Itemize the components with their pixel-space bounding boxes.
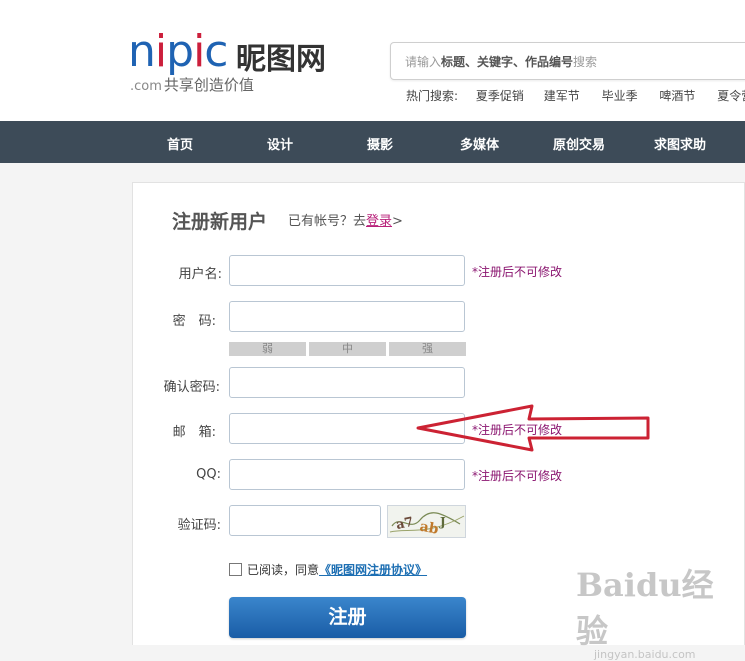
captcha-field[interactable] <box>229 505 381 536</box>
password-field[interactable] <box>229 301 465 332</box>
nav-item-home[interactable]: 首页 <box>167 134 193 153</box>
email-label: 邮 箱: <box>172 425 216 440</box>
nav-item-multimedia[interactable]: 多媒体 <box>460 134 499 153</box>
nav-item-photo[interactable]: 摄影 <box>367 134 393 153</box>
logo-subtitle: .com 共享创造价值 <box>130 74 254 95</box>
svg-text:J: J <box>439 515 446 529</box>
hot-search-link[interactable]: 毕业季 <box>602 89 638 103</box>
agree-text: 已阅读，同意 <box>247 563 320 577</box>
hot-search-link[interactable]: 啤酒节 <box>659 89 695 103</box>
search-placeholder: 请输入标题、关键字、作品编号搜索 <box>405 55 598 69</box>
annotation-arrow-icon <box>416 404 650 452</box>
confirm-password-label: 确认密码: <box>163 380 220 395</box>
username-note: *注册后不可修改 <box>472 265 563 279</box>
logo-wordmark: nipic <box>128 26 229 77</box>
site-logo[interactable]: nipic 昵图网 .com 共享创造价值 <box>128 26 326 95</box>
main-nav: 首页 设计 摄影 多媒体 原创交易 求图求助 <box>0 121 745 163</box>
hot-search-link[interactable]: 夏季促销 <box>476 89 524 103</box>
password-label: 密 码: <box>172 314 216 329</box>
search-input[interactable]: 请输入标题、关键字、作品编号搜索 <box>390 42 745 80</box>
hot-search-link[interactable]: 建军节 <box>544 89 580 103</box>
watermark-main: Baidu经验 <box>576 566 714 650</box>
hot-search-link[interactable]: 夏令营 <box>717 89 745 103</box>
nav-item-trade[interactable]: 原创交易 <box>553 134 605 153</box>
qq-field[interactable] <box>229 459 465 490</box>
strength-weak: 弱 <box>229 342 306 356</box>
nav-item-help[interactable]: 求图求助 <box>654 134 706 153</box>
svg-text:ab: ab <box>418 519 440 538</box>
hot-search: 热门搜索: 夏季促销 建军节 毕业季 啤酒节 夏令营 <box>406 87 745 104</box>
logo-chinese: 昵图网 <box>236 42 326 77</box>
login-link[interactable]: 登录 <box>366 214 392 229</box>
logo-slogan: 共享创造价值 <box>163 76 254 94</box>
login-prompt: 已有帐号？去登录> <box>288 214 403 229</box>
captcha-image[interactable]: a7 ab J <box>387 505 466 538</box>
qq-note: *注册后不可修改 <box>472 469 563 483</box>
captcha-glyphs: a7 ab J <box>389 512 465 538</box>
strength-strong: 强 <box>389 342 466 356</box>
register-button[interactable]: 注册 <box>229 597 466 638</box>
baidu-watermark: Baidu经验 jingyan.baidu.com <box>576 560 745 661</box>
agree-checkbox[interactable] <box>229 563 242 576</box>
page-title: 注册新用户 <box>172 211 268 233</box>
username-label: 用户名: <box>178 267 222 282</box>
username-field[interactable] <box>229 255 465 286</box>
agreement-link[interactable]: 《昵图网注册协议》 <box>319 563 427 577</box>
logo-domain: .com <box>130 79 162 94</box>
confirm-password-field[interactable] <box>229 367 465 398</box>
qq-label: QQ: <box>196 467 221 482</box>
hot-search-label: 热门搜索: <box>406 89 459 103</box>
nav-item-design[interactable]: 设计 <box>267 134 293 153</box>
agreement: 已阅读，同意《昵图网注册协议》 <box>229 561 427 578</box>
strength-medium: 中 <box>309 342 386 356</box>
watermark-sub: jingyan.baidu.com <box>594 648 696 661</box>
captcha-label: 验证码: <box>177 518 221 533</box>
